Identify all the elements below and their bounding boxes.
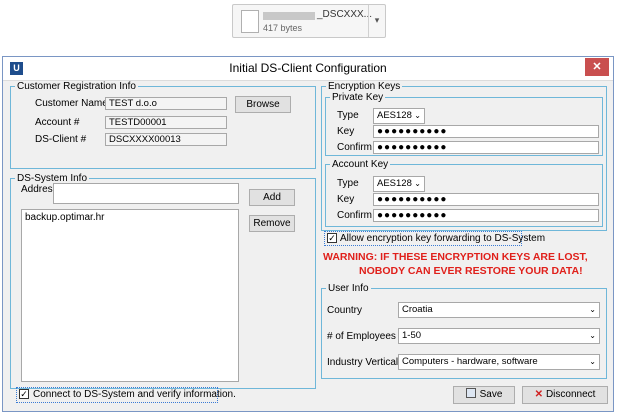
save-icon <box>465 388 476 398</box>
address-input[interactable] <box>53 183 239 204</box>
warning-line-2: NOBODY CAN EVER RESTORE YOUR DATA! <box>359 265 583 277</box>
account-type-label: Type <box>337 178 359 189</box>
chevron-down-icon: ⌄ <box>589 305 596 314</box>
connect-checkbox[interactable]: ✓ <box>19 389 29 399</box>
warning-line-1: WARNING: IF THESE ENCRYPTION KEYS ARE LO… <box>323 251 588 263</box>
private-type-label: Type <box>337 110 359 121</box>
account-confirm-label: Confirm <box>337 210 373 221</box>
account-field[interactable]: TESTD00001 <box>105 116 227 129</box>
list-item[interactable]: backup.optimar.hr <box>25 212 105 223</box>
chevron-down-icon: ⌄ <box>414 179 421 188</box>
allow-forwarding-label: Allow encryption key forwarding to DS-Sy… <box>340 233 546 244</box>
private-key-label: Key <box>337 126 355 137</box>
industry-label: Industry Vertical <box>327 357 399 368</box>
private-key-input[interactable]: ●●●●●●●●●● <box>373 125 599 138</box>
redacted-filename <box>263 12 315 20</box>
save-label: Save <box>479 389 503 400</box>
country-label: Country <box>327 305 363 316</box>
file-name: _DSCXXX... <box>317 9 373 20</box>
ds-system-address-list[interactable]: backup.optimar.hr <box>21 209 239 382</box>
select-value: 1-50 <box>402 330 422 341</box>
close-icon: ✕ <box>534 389 543 400</box>
group-legend: Encryption Keys <box>328 81 401 92</box>
close-button[interactable]: ✕ <box>585 58 609 76</box>
browse-button[interactable]: Browse <box>235 96 291 113</box>
add-button[interactable]: Add <box>249 189 295 206</box>
group-legend: User Info <box>328 283 369 294</box>
group-legend: Account Key <box>332 159 389 170</box>
select-value: Computers - hardware, software <box>402 356 538 367</box>
private-confirm-label: Confirm <box>337 142 373 153</box>
chevron-down-icon: ⌄ <box>589 357 596 366</box>
remove-button[interactable]: Remove <box>249 215 295 232</box>
disconnect-label: Disconnect <box>545 389 596 400</box>
connect-label: Connect to DS-System and verify informat… <box>33 389 236 400</box>
account-confirm-input[interactable]: ●●●●●●●●●● <box>373 209 599 222</box>
country-select[interactable]: Croatia ⌄ <box>398 302 600 318</box>
ds-client-label: DS-Client # <box>35 134 87 145</box>
file-icon <box>241 10 259 33</box>
chevron-down-icon[interactable]: ▾ <box>368 5 385 37</box>
customer-name-label: Customer Name <box>35 98 108 109</box>
group-legend: Customer Registration Info <box>17 81 136 92</box>
account-key-label: Key <box>337 194 355 205</box>
downloaded-file-chip[interactable]: _DSCXXX... 417 bytes ▾ <box>232 4 386 38</box>
save-button[interactable]: Save <box>453 386 515 404</box>
file-size: 417 bytes <box>263 23 303 33</box>
chevron-down-icon: ⌄ <box>589 331 596 340</box>
disconnect-button[interactable]: ✕ Disconnect <box>522 386 608 404</box>
chevron-down-icon: ⌄ <box>414 111 421 120</box>
industry-select[interactable]: Computers - hardware, software ⌄ <box>398 354 600 370</box>
title-bar[interactable]: U Initial DS-Client Configuration ✕ <box>3 57 613 81</box>
select-value: AES128 <box>377 178 412 189</box>
group-legend: Private Key <box>332 92 384 103</box>
ds-client-field[interactable]: DSCXXXX00013 <box>105 133 227 146</box>
account-key-input[interactable]: ●●●●●●●●●● <box>373 193 599 206</box>
select-value: AES128 <box>377 110 412 121</box>
account-type-select[interactable]: AES128 ⌄ <box>373 176 425 192</box>
private-confirm-input[interactable]: ●●●●●●●●●● <box>373 141 599 154</box>
employees-select[interactable]: 1-50 ⌄ <box>398 328 600 344</box>
employees-label: # of Employees <box>327 331 396 342</box>
select-value: Croatia <box>402 304 433 315</box>
account-label: Account # <box>35 117 80 128</box>
window-title: Initial DS-Client Configuration <box>229 61 387 75</box>
allow-forwarding-checkbox[interactable]: ✓ <box>327 233 337 243</box>
config-dialog: U Initial DS-Client Configuration ✕ Cust… <box>2 56 614 412</box>
customer-name-field[interactable]: TEST d.o.o <box>105 97 227 110</box>
private-type-select[interactable]: AES128 ⌄ <box>373 108 425 124</box>
